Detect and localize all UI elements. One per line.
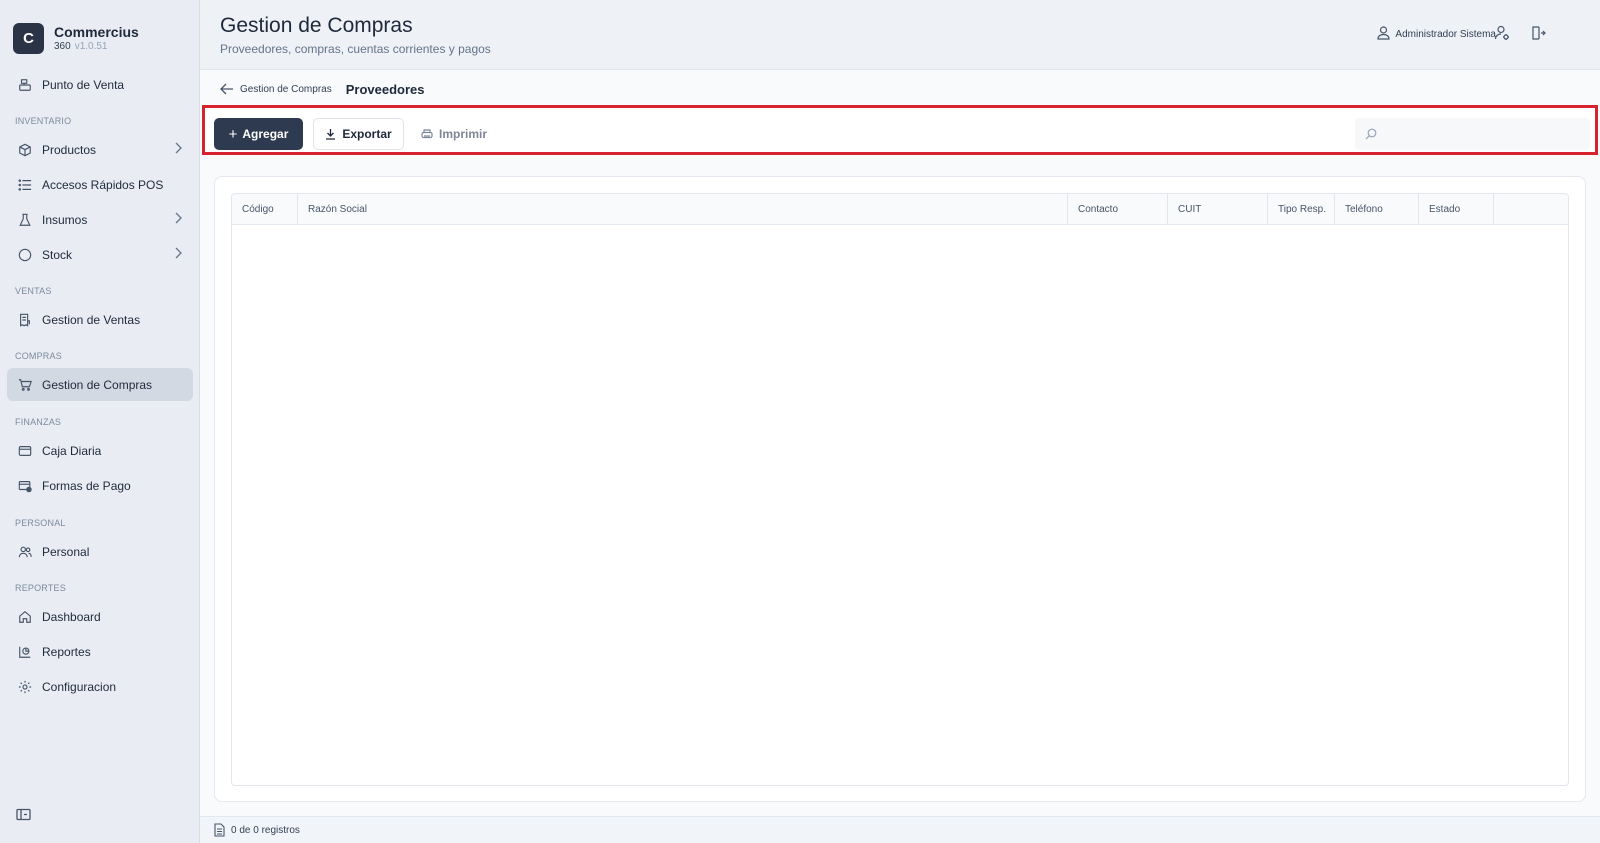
sidebar-item-label: Configuracion [42, 679, 117, 694]
cart-icon [17, 377, 33, 393]
sidebar-item-label: Productos [42, 142, 97, 157]
download-icon [325, 128, 336, 140]
section-label-finanzas: FINANZAS [15, 417, 62, 427]
sidebar-item-label: Gestion de Compras [42, 377, 153, 392]
section-label-reportes: REPORTES [15, 583, 66, 593]
breadcrumb-current: Proveedores [345, 81, 425, 97]
sidebar-item-insumos[interactable]: Insumos [7, 203, 193, 236]
sidebar-item-punto-de-venta[interactable]: Punto de Venta [7, 68, 193, 101]
records-count: 0 de 0 registros [231, 824, 300, 836]
sidebar-item-label: Punto de Venta [42, 77, 125, 92]
column-header-actions [1494, 194, 1568, 224]
sidebar-item-gestion-ventas[interactable]: Gestion de Ventas [7, 303, 193, 336]
toolbar: + Agregar Exportar Imprimir [202, 105, 1598, 155]
search-box[interactable] [1355, 118, 1590, 150]
suppliers-table: Código Razón Social Contacto CUIT Tipo R… [231, 193, 1569, 786]
chevron-right-icon [173, 247, 183, 262]
sidebar-item-formas-de-pago[interactable]: Formas de Pago [7, 469, 193, 502]
sidebar-item-accesos-rapidos[interactable]: Accesos Rápidos POS [7, 168, 193, 201]
user-settings-icon[interactable] [1494, 25, 1510, 46]
column-header-telefono[interactable]: Teléfono [1335, 194, 1419, 224]
add-button[interactable]: + Agregar [214, 118, 303, 150]
column-header-contacto[interactable]: Contacto [1068, 194, 1168, 224]
section-label-ventas: VENTAS [15, 286, 52, 296]
page-title: Gestion de Compras [220, 14, 413, 37]
document-icon [214, 823, 225, 837]
brand-sub: 360 [54, 40, 71, 52]
sidebar-item-gestion-compras[interactable]: Gestion de Compras [7, 368, 193, 401]
user-icon [1377, 26, 1391, 43]
printer-icon [421, 128, 433, 140]
sidebar-item-dashboard[interactable]: Dashboard [7, 600, 193, 633]
sidebar-item-productos[interactable]: Productos [7, 133, 193, 166]
sidebar-item-stock[interactable]: Stock [7, 238, 193, 271]
sidebar-item-personal[interactable]: Personal [7, 535, 193, 568]
user-name: Administrador Sistema [1395, 29, 1496, 40]
sidebar-item-label: Reportes [42, 644, 91, 659]
export-button[interactable]: Exportar [313, 118, 404, 150]
section-label-compras: COMPRAS [15, 351, 62, 361]
app-version: v1.0.51 [74, 40, 108, 52]
brand-name: Commercius [54, 23, 139, 40]
sidebar-item-label: Insumos [42, 212, 88, 227]
sidebar-item-reportes[interactable]: Reportes [7, 635, 193, 668]
list-icon [17, 177, 33, 193]
gear-icon [17, 679, 33, 695]
sidebar-item-configuracion[interactable]: Configuracion [7, 670, 193, 703]
breadcrumb-parent[interactable]: Gestion de Compras [240, 84, 332, 95]
section-label-inventario: INVENTARIO [15, 116, 72, 126]
chevron-right-icon [173, 212, 183, 227]
user-menu[interactable]: Administrador Sistema [1377, 26, 1496, 43]
report-icon [17, 644, 33, 660]
column-header-tipo-resp[interactable]: Tipo Resp. [1268, 194, 1335, 224]
receipt-icon [17, 312, 33, 328]
box-icon [17, 142, 33, 158]
flask-icon [17, 212, 33, 228]
column-header-codigo[interactable]: Código [232, 194, 298, 224]
breadcrumb: Gestion de Compras Proveedores [220, 80, 424, 98]
search-icon [1365, 127, 1377, 145]
users-icon [17, 544, 33, 560]
brand: C Commercius 360 v1.0.51 [0, 0, 199, 62]
wallet-icon [17, 443, 33, 459]
card-icon [17, 478, 33, 494]
circle-icon [17, 247, 33, 263]
section-label-personal: PERSONAL [15, 518, 66, 528]
column-header-cuit[interactable]: CUIT [1168, 194, 1268, 224]
sidebar: C Commercius 360 v1.0.51 Punto de Venta I… [0, 0, 200, 843]
back-arrow-icon[interactable] [220, 83, 234, 95]
column-header-razon-social[interactable]: Razón Social [298, 194, 1068, 224]
sidebar-collapse-icon[interactable] [16, 808, 31, 826]
cash-register-icon [17, 77, 33, 93]
logout-icon[interactable] [1530, 25, 1546, 46]
sidebar-item-label: Gestion de Ventas [42, 312, 141, 327]
sidebar-item-label: Personal [42, 544, 90, 559]
home-icon [17, 609, 33, 625]
sidebar-item-label: Stock [42, 247, 73, 262]
plus-icon: + [228, 125, 238, 143]
sidebar-item-label: Caja Diaria [42, 443, 102, 458]
sidebar-item-caja-diaria[interactable]: Caja Diaria [7, 434, 193, 467]
sidebar-item-label: Dashboard [42, 609, 101, 624]
page-subtitle: Proveedores, compras, cuentas corrientes… [220, 42, 491, 56]
sidebar-item-label: Accesos Rápidos POS [42, 177, 164, 192]
sidebar-item-label: Formas de Pago [42, 478, 131, 493]
print-button[interactable]: Imprimir [421, 118, 487, 150]
page-header: Gestion de Compras Proveedores, compras,… [200, 0, 1600, 70]
column-header-estado[interactable]: Estado [1419, 194, 1494, 224]
chevron-right-icon [173, 142, 183, 157]
status-bar: 0 de 0 registros [200, 816, 1600, 843]
table-card: Código Razón Social Contacto CUIT Tipo R… [214, 176, 1586, 802]
search-input[interactable] [1385, 118, 1585, 150]
brand-logo: C [13, 23, 44, 54]
table-header: Código Razón Social Contacto CUIT Tipo R… [232, 194, 1568, 225]
